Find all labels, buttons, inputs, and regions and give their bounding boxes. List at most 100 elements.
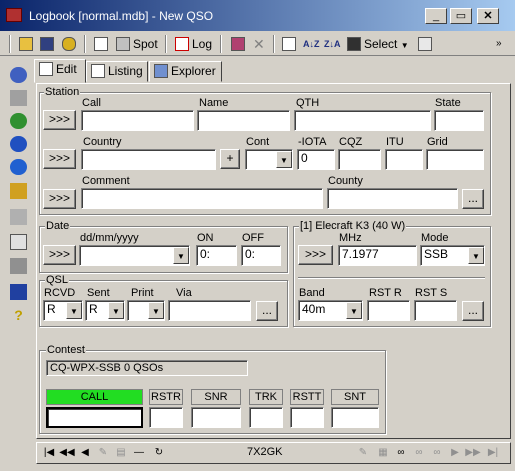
delete-button[interactable]: ✕ [253,34,265,54]
clipboard-icon[interactable] [10,234,27,250]
toolbar-overflow-button[interactable]: » [496,34,502,54]
station-row3-button[interactable]: >>> [43,189,76,209]
edit-pencil-button[interactable] [231,34,248,54]
close-button[interactable]: ✕ [477,8,499,24]
station-row1-button[interactable]: >>> [43,110,76,130]
rst-r-input[interactable] [367,300,410,321]
next-page-icon[interactable]: ▶▶ [465,445,481,461]
previous-page-icon[interactable]: ◀◀ [59,445,75,461]
state-label: State [435,97,461,109]
county-lookup-button[interactable]: ... [462,189,484,209]
qth-input[interactable] [294,110,431,131]
itu-input[interactable] [385,149,423,170]
edit-tab-icon [39,62,53,76]
add-country-button[interactable]: + [220,149,240,169]
find-icon[interactable]: ∞ [393,445,409,461]
open-folder-button[interactable] [19,34,36,54]
find-next-icon[interactable]: ∞ [429,445,445,461]
contest-trk-input[interactable] [249,407,283,428]
listing-tab-icon [91,64,105,78]
radio-button[interactable]: >>> [298,245,333,265]
title-bar: Logbook [normal.mdb] - New QSO _ ▭ ✕ [0,0,515,31]
info-icon[interactable] [10,67,27,83]
key-button[interactable] [62,34,79,54]
minimize-button[interactable]: _ [425,8,447,24]
navigator-callsign: 7X2GK [247,446,283,458]
iota-input[interactable]: 0 [297,149,335,170]
award-icon[interactable] [10,284,27,300]
tools-icon[interactable] [10,90,27,106]
find-previous-icon[interactable]: ∞ [411,445,427,461]
first-record-icon[interactable]: |◀ [41,445,57,461]
tab-explorer[interactable]: Explorer [149,61,222,82]
cqz-input[interactable] [338,149,381,170]
band-dropdown-arrow[interactable]: ▼ [346,302,362,319]
state-input[interactable] [434,110,484,131]
spot-button[interactable]: Spot [116,34,158,54]
log-button[interactable]: Log [175,34,212,54]
contest-snr-input[interactable] [191,407,241,428]
refresh-record-icon[interactable]: ↻ [151,445,167,461]
maximize-button[interactable]: ▭ [450,8,472,24]
station-row2-button[interactable]: >>> [43,149,76,169]
grid-input[interactable] [426,149,484,170]
edit-record-icon[interactable]: ✎ [95,445,111,461]
spot-icon [116,37,130,51]
post-record-icon[interactable]: ▤ [113,445,129,461]
delete-record-icon[interactable]: — [131,445,147,461]
rst-s-input[interactable] [414,300,457,321]
spot-record-icon[interactable]: ✎ [355,445,371,461]
county-input[interactable] [327,188,458,209]
cont-dropdown-arrow[interactable]: ▼ [276,151,292,168]
qsl-print-dropdown-arrow[interactable]: ▼ [148,302,164,319]
tab-listing[interactable]: Listing [86,61,148,82]
grid-label: Grid [427,136,448,148]
rst-r-label: RST R [369,287,402,299]
preview-button[interactable] [418,34,435,54]
rst-lookup-button[interactable]: ... [462,301,484,321]
frequency-input[interactable]: 7.1977 [338,245,417,266]
contest-rstr-input[interactable] [149,407,183,428]
contest-call-input[interactable] [46,407,143,428]
left-toolbar: ? [0,56,34,439]
call-input[interactable] [81,110,194,131]
tab-edit[interactable]: Edit [34,59,86,83]
select-button[interactable]: Select ▼ [347,34,409,54]
contest-snt-input[interactable] [331,407,379,428]
date-button[interactable]: >>> [43,245,76,265]
last-record-icon[interactable]: ▶| [485,445,501,461]
grid-button[interactable] [282,34,299,54]
date-dropdown-arrow[interactable]: ▼ [173,247,189,264]
qsl-via-lookup-button[interactable]: ... [256,301,278,321]
internet-icon[interactable] [10,136,27,152]
time-off-input[interactable]: 0: [241,245,281,266]
contest-rstt-input[interactable] [290,407,324,428]
qsl-rcvd-dropdown-arrow[interactable]: ▼ [66,302,82,319]
qsl-sent-dropdown-arrow[interactable]: ▼ [108,302,124,319]
save-button[interactable] [40,34,57,54]
pencil-icon [231,37,245,51]
snt-column-header: SNT [331,389,379,405]
comment-input[interactable] [81,188,323,209]
help-icon[interactable]: ? [10,307,27,323]
sort-ascending-button[interactable]: A↓Z [303,34,320,54]
next-record-icon[interactable]: ▶ [447,445,463,461]
mode-dropdown-arrow[interactable]: ▼ [468,247,484,264]
county-label: County [328,175,363,187]
time-on-input[interactable]: 0: [196,245,237,266]
tab-edit-label: Edit [56,62,77,76]
cluster-icon[interactable] [10,159,27,175]
previous-record-icon[interactable]: ◀ [77,445,93,461]
new-qso-button[interactable] [94,34,111,54]
country-input[interactable] [81,149,216,170]
printer-icon[interactable] [10,258,27,274]
globe-icon[interactable] [10,113,27,129]
sort-descending-button[interactable]: Z↓A [324,34,341,54]
keyboard-icon[interactable] [10,209,27,225]
map-icon[interactable] [10,183,27,199]
name-input[interactable] [197,110,290,131]
qsl-via-input[interactable] [168,300,251,321]
tab-listing-label: Listing [108,64,143,78]
filter-icon[interactable]: ▦ [375,445,391,461]
call-column-header: CALL [46,389,143,405]
